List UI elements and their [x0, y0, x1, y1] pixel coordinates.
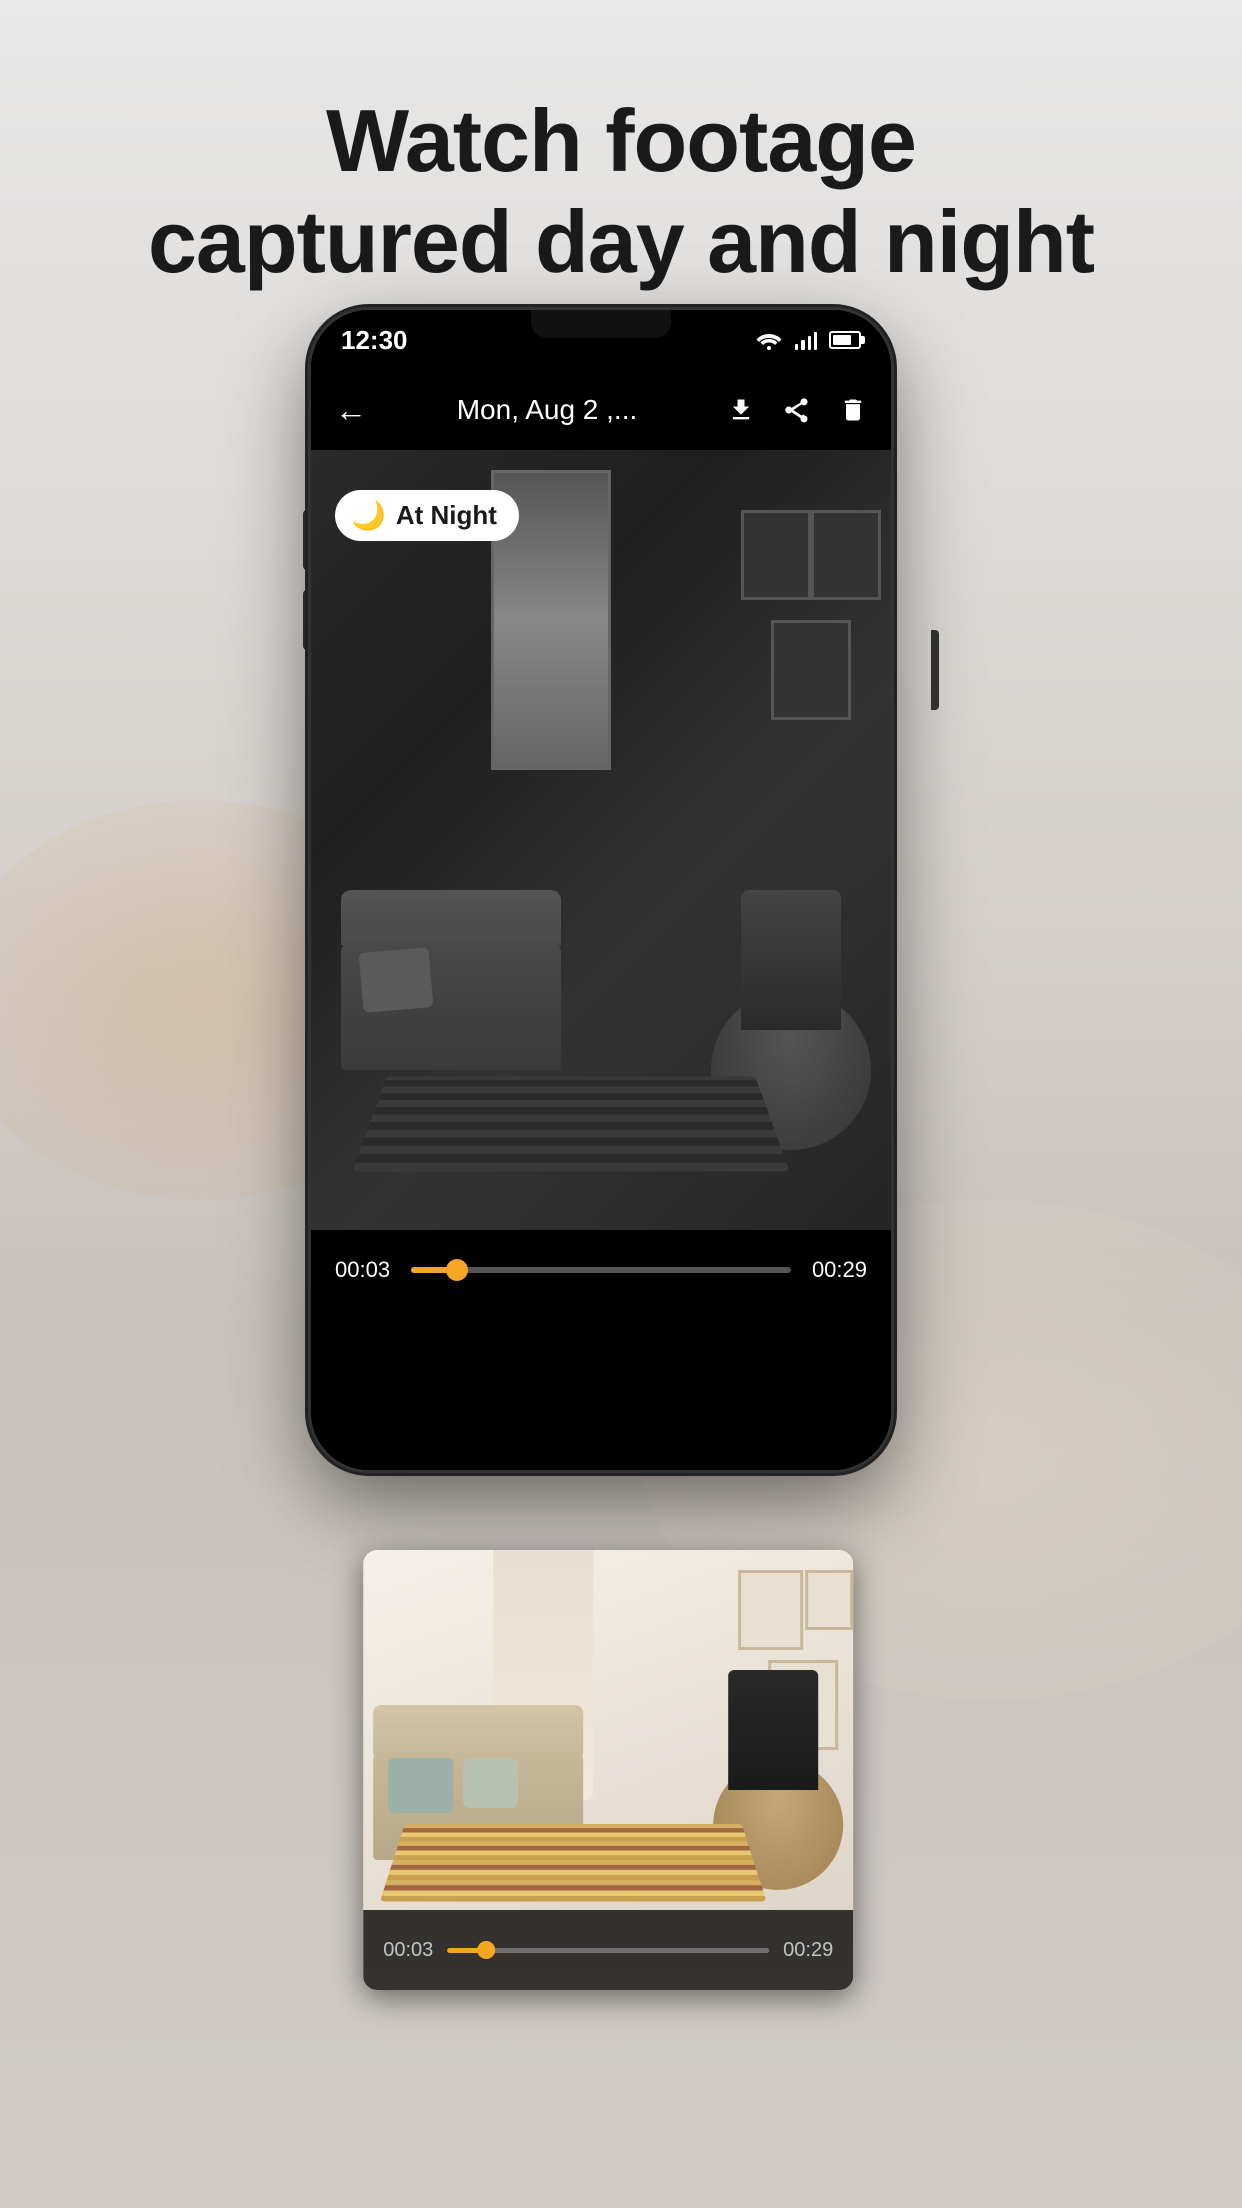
scrubber-thumb[interactable]: [446, 1259, 468, 1281]
end-time: 00:29: [807, 1257, 867, 1283]
phone-screen-container: 12:30: [311, 310, 891, 1470]
bottom-black: [311, 1310, 891, 1470]
wall-frame-1: [741, 510, 811, 600]
signal-icon: [795, 330, 817, 350]
back-button[interactable]: ←: [335, 392, 367, 429]
color-frame-2: [805, 1570, 853, 1630]
color-day-thumbnail[interactable]: 00:03 00:29: [363, 1550, 853, 1990]
delete-icon[interactable]: [839, 396, 867, 424]
volume-up-button: [303, 510, 311, 570]
status-time: 12:30: [341, 325, 408, 356]
night-badge: 🌙 At Night: [335, 490, 519, 541]
color-room: [363, 1550, 853, 1910]
night-room: [311, 450, 891, 1230]
wall-frame-3: [771, 620, 851, 720]
power-button: [931, 630, 939, 710]
headline-text-line2: captured day and night: [0, 191, 1242, 292]
scrubber-track[interactable]: [411, 1267, 791, 1273]
phone-notch: [531, 310, 671, 338]
sofa-back: [341, 890, 561, 945]
rug: [352, 1077, 789, 1172]
color-sofa-back: [373, 1705, 583, 1755]
color-scrubber-thumb[interactable]: [477, 1941, 495, 1959]
sofa: [341, 940, 561, 1070]
headline-section: Watch footage captured day and night: [0, 90, 1242, 292]
chair: [741, 890, 841, 1030]
color-scrubber-track[interactable]: [447, 1948, 769, 1953]
color-chair: [728, 1670, 818, 1790]
current-time: 00:03: [335, 1257, 395, 1283]
download-icon[interactable]: [727, 396, 755, 424]
color-rug: [380, 1824, 767, 1902]
color-current-time: 00:03: [383, 1939, 433, 1962]
headline-text-line1: Watch footage: [0, 90, 1242, 191]
video-area[interactable]: 🌙 At Night 00:03 00:29: [311, 450, 891, 1470]
battery-icon: [829, 331, 861, 349]
color-frame-1: [738, 1570, 803, 1650]
recording-title: Mon, Aug 2 ,...: [383, 394, 711, 426]
wifi-icon: [755, 330, 783, 350]
status-icons: [755, 330, 861, 350]
color-end-time: 00:29: [783, 1939, 833, 1962]
night-label: At Night: [396, 500, 497, 531]
share-icon[interactable]: [783, 396, 811, 424]
color-sofa-pillow1: [388, 1758, 453, 1813]
wall-frame-2: [811, 510, 881, 600]
moon-icon: 🌙: [351, 502, 386, 530]
volume-down-button: [303, 590, 311, 650]
scrubber-area[interactable]: 00:03 00:29: [311, 1230, 891, 1310]
camera-feed-night: 🌙 At Night: [311, 450, 891, 1230]
color-scrubber[interactable]: 00:03 00:29: [363, 1910, 853, 1990]
sofa-pillow: [359, 947, 434, 1013]
phone-device: 12:30: [311, 310, 931, 1570]
top-actions: [727, 396, 867, 424]
color-sofa-pillow2: [463, 1758, 518, 1808]
phone-screen: 12:30: [311, 310, 891, 1470]
top-bar: ← Mon, Aug 2 ,...: [311, 370, 891, 450]
